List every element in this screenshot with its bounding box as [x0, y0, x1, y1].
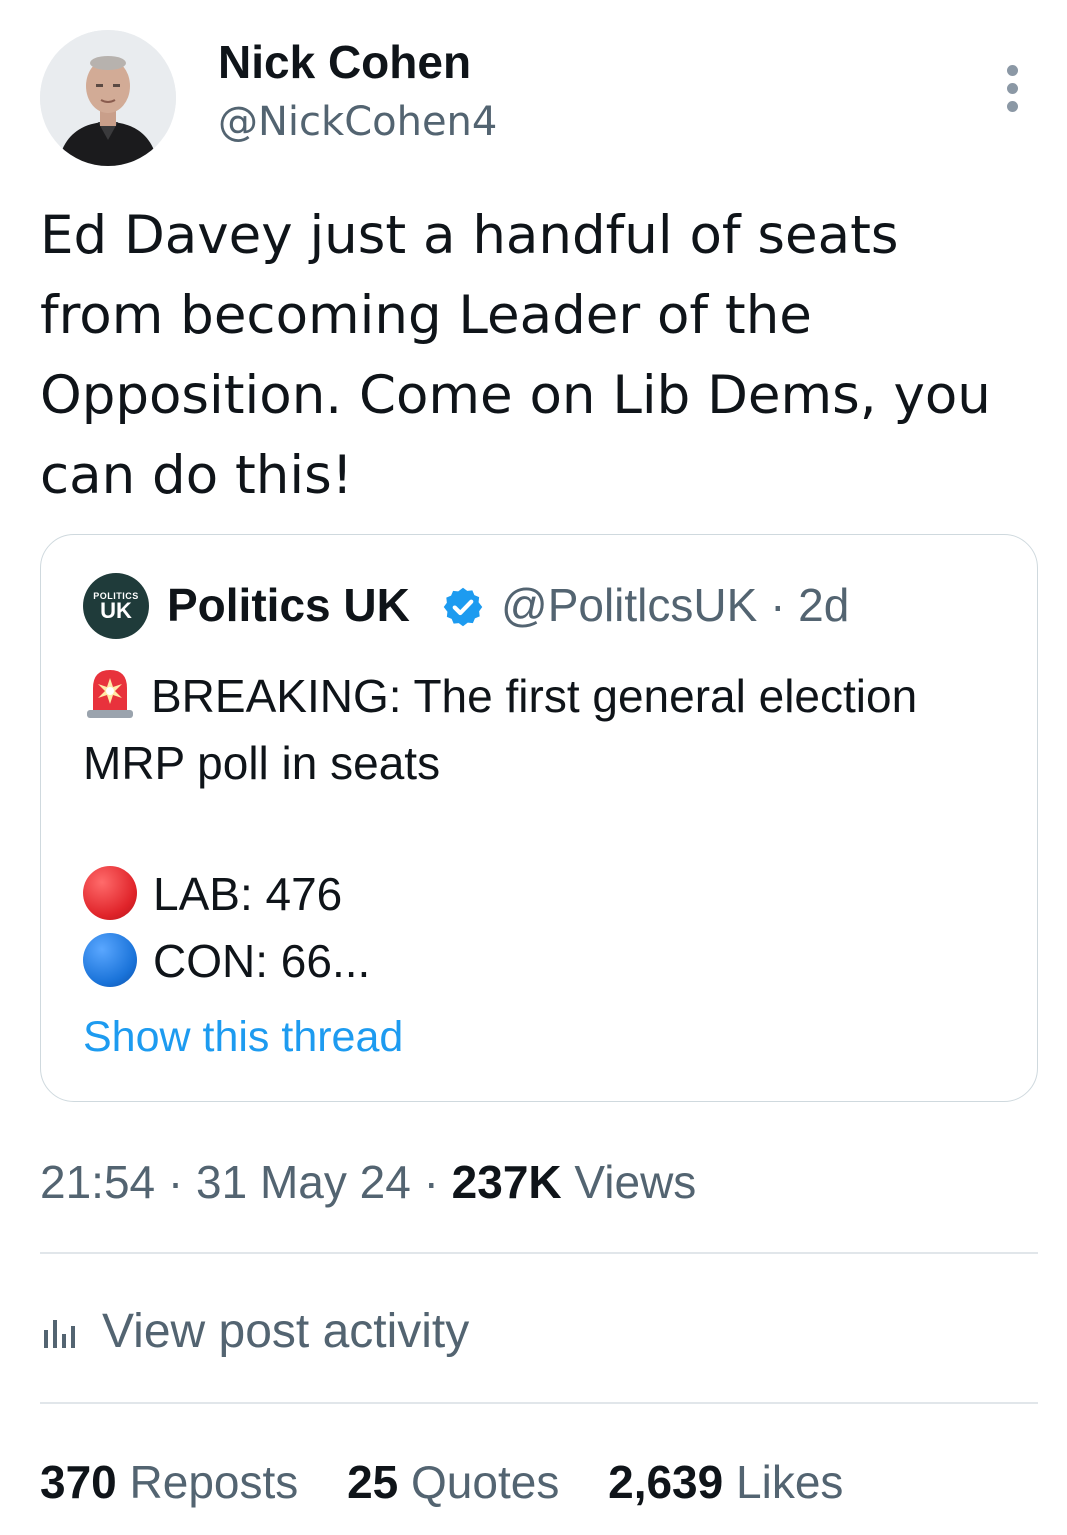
quoted-author-name[interactable]: Politics UK — [167, 577, 410, 633]
more-vertical-icon — [1006, 64, 1018, 76]
quotes-label: Quotes — [398, 1456, 560, 1508]
quoted-avatar[interactable]: POLITICS UK — [83, 573, 149, 639]
tweet-meta: 21:54 · 31 May 24 · 237K Views — [40, 1152, 696, 1212]
quoted-lab-text: LAB: 476 — [153, 868, 343, 920]
quoted-tweet-card[interactable]: POLITICS UK Politics UK @PolitlcsUK · 2d… — [40, 534, 1038, 1102]
tweet-time-date[interactable]: 21:54 · 31 May 24 · — [40, 1156, 452, 1208]
verified-badge-icon — [443, 587, 483, 627]
quoted-breaking-text: BREAKING: The first general election MRP… — [83, 670, 918, 789]
quoted-blank-line — [83, 797, 983, 861]
siren-emoji-icon — [87, 670, 133, 718]
engagement-stats: 370 Reposts 25 Quotes 2,639 Likes — [40, 1450, 879, 1514]
quoted-lab-line: LAB: 476 — [83, 861, 983, 928]
views-count: 237K — [451, 1156, 562, 1208]
quoted-text: BREAKING: The first general election MRP… — [83, 663, 983, 995]
more-options-button[interactable] — [992, 58, 1032, 118]
views-label: Views — [561, 1156, 697, 1208]
view-post-activity-label: View post activity — [102, 1305, 470, 1358]
show-thread-link[interactable]: Show this thread — [83, 1009, 403, 1065]
red-circle-icon — [83, 866, 137, 920]
bar-chart-icon — [44, 1320, 75, 1348]
quoted-handle-time: @PolitlcsUK · 2d — [501, 579, 850, 631]
quotes-count: 25 — [347, 1456, 399, 1508]
quoted-con-text: CON: 66... — [153, 935, 371, 987]
reposts-stat[interactable]: 370 Reposts — [40, 1456, 298, 1508]
quoted-con-line: CON: 66... — [83, 928, 983, 995]
view-post-activity-button[interactable]: View post activity — [40, 1302, 469, 1362]
blue-circle-icon — [83, 933, 137, 987]
author-name[interactable]: Nick Cohen — [218, 34, 471, 90]
author-handle[interactable]: @NickCohen4 — [218, 96, 497, 148]
divider — [40, 1402, 1038, 1404]
likes-label: Likes — [723, 1456, 844, 1508]
reposts-label: Reposts — [116, 1456, 299, 1508]
quotes-stat[interactable]: 25 Quotes — [347, 1456, 559, 1508]
divider — [40, 1252, 1038, 1254]
reposts-count: 370 — [40, 1456, 117, 1508]
tweet-text: Ed Davey just a handful of seats from be… — [40, 205, 991, 506]
likes-stat[interactable]: 2,639 Likes — [608, 1456, 843, 1508]
likes-count: 2,639 — [608, 1456, 724, 1508]
author-avatar[interactable] — [40, 30, 176, 166]
quoted-avatar-big-text: UK — [100, 597, 132, 623]
quoted-breaking-line: BREAKING: The first general election MRP… — [83, 663, 983, 797]
